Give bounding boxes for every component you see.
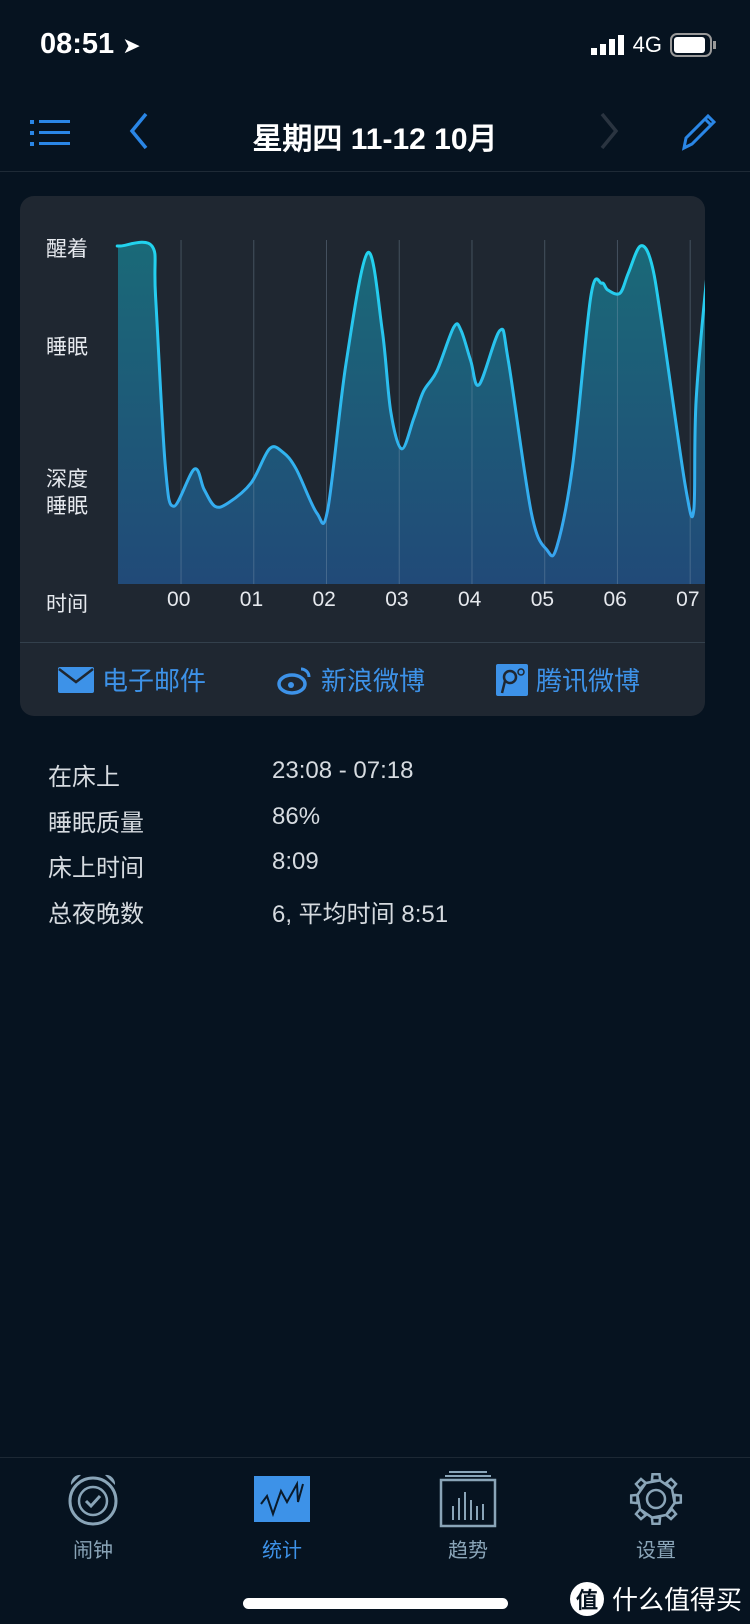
x-tick-label: 06 (603, 588, 627, 611)
x-tick-label: 05 (530, 588, 555, 611)
sleep-area-fill (117, 242, 705, 584)
home-indicator[interactable] (243, 1598, 508, 1609)
header: 星期四 11-12 10月 (0, 100, 750, 172)
stat-label: 睡眠质量 (48, 810, 144, 837)
stat-time-in-bed: 床上时间 8:09 (48, 848, 319, 883)
status-time: 08:51 ➤ (40, 28, 141, 61)
tab-label: 统计 (262, 1540, 302, 1562)
tab-alarm[interactable]: 闹钟 (33, 1470, 153, 1563)
share-row: 电子邮件 新浪微博 腾讯微博 (20, 642, 705, 716)
gear-icon (629, 1472, 683, 1526)
chevron-right-icon[interactable] (598, 112, 620, 150)
share-weibo-label: 新浪微博 (321, 666, 426, 696)
stat-label: 在床上 (48, 764, 120, 791)
tab-trends[interactable]: 趋势 (408, 1470, 528, 1563)
weibo-icon (277, 667, 311, 695)
stat-value: 86% (272, 803, 321, 830)
stat-value: 6, 平均时间 8:51 (272, 901, 449, 928)
share-tencent-weibo-button[interactable]: 腾讯微博 (496, 661, 640, 698)
watermark-logo-icon: 值 (569, 1581, 604, 1616)
tab-label: 设置 (636, 1540, 676, 1562)
envelope-icon (58, 666, 94, 693)
share-weibo-button[interactable]: 新浪微博 (277, 661, 425, 698)
x-tick-label: 02 (312, 588, 336, 611)
location-arrow-icon: ➤ (122, 33, 141, 58)
pencil-icon[interactable] (678, 110, 718, 152)
sleep-chart-card: 醒着 睡眠 深度 睡眠 时间 00 01 02 03 04 05 06 07 电子邮件 新浪微… (20, 196, 705, 716)
tab-label: 趋势 (448, 1540, 488, 1562)
alarm-clock-icon (68, 1474, 118, 1526)
watermark: 值什么值得买 (569, 1580, 742, 1617)
trends-bar-icon (439, 1471, 497, 1528)
x-tick-label: 00 (167, 588, 191, 611)
page-title: 星期四 11-12 10月 (252, 123, 498, 156)
battery-icon (670, 33, 716, 57)
stat-value: 8:09 (272, 848, 319, 875)
stat-in-bed: 在床上 23:08 - 07:18 (48, 757, 413, 792)
share-tencent-weibo-label: 腾讯微博 (536, 666, 641, 696)
stat-sleep-quality: 睡眠质量 86% (48, 803, 320, 838)
share-email-label: 电子邮件 (102, 666, 207, 696)
tencent-weibo-icon (496, 663, 528, 696)
network-type: 4G (632, 32, 662, 57)
status-indicators: 4G (590, 32, 716, 58)
sleep-chart (115, 240, 705, 584)
share-email-button[interactable]: 电子邮件 (58, 661, 206, 698)
stat-label: 床上时间 (48, 855, 144, 882)
x-tick-label: 01 (239, 588, 264, 611)
stat-total-nights: 总夜晚数 6, 平均时间 8:51 (48, 894, 448, 929)
x-tick-label: 07 (676, 588, 700, 611)
tab-label: 闹钟 (73, 1540, 113, 1562)
watermark-text: 什么值得买 (611, 1585, 742, 1615)
tab-settings[interactable]: 设置 (596, 1470, 716, 1563)
stat-label: 总夜晚数 (48, 901, 144, 928)
signal-icon (590, 35, 624, 55)
time-text: 08:51 (40, 28, 115, 60)
tab-statistics[interactable]: 统计 (222, 1470, 342, 1563)
x-tick-label: 04 (457, 588, 482, 611)
stat-value: 23:08 - 07:18 (272, 757, 414, 784)
statistics-chart-icon (254, 1476, 310, 1522)
tab-bar-divider (0, 1457, 750, 1458)
x-tick-label: 03 (385, 588, 409, 611)
